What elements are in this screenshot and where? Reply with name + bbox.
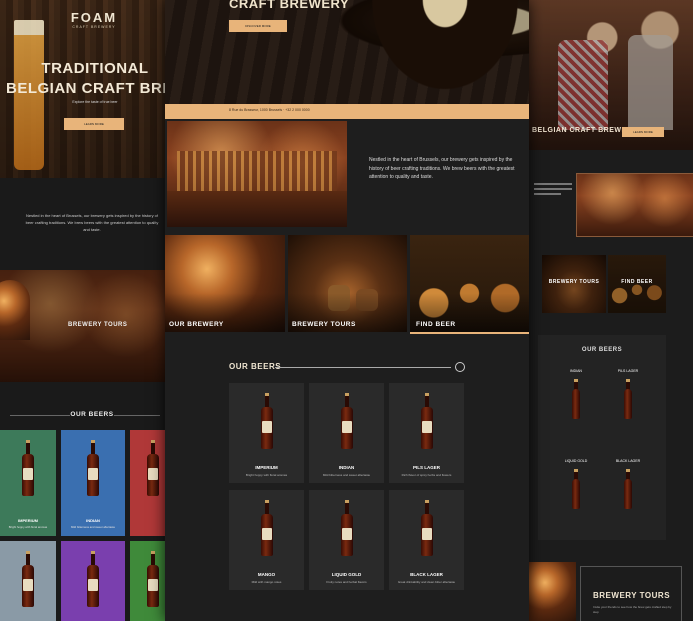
left-beer-tile-3[interactable] [130, 430, 168, 536]
center-beer-desc-3: Rich flavor of spicy herbs and flowers [401, 473, 452, 477]
right-beer-card-2[interactable]: PILS LAGER [610, 365, 646, 443]
center-hero-button[interactable]: DISCOVER MORE [229, 20, 287, 32]
center-info-bar: 8 Rue du Brasseur, 1000 Brussels · +32 2… [165, 104, 529, 119]
right-tours-box: BREWERY TOURS Invite your friends to see… [580, 566, 682, 621]
center-page: CRAFT BREWERY DISCOVER MORE 8 Rue du Bra… [165, 0, 529, 621]
center-beer-desc-1: Bright hoppy with floral aromas [245, 473, 288, 477]
center-beer-desc-5: Fruity notes and herbal flavors [326, 580, 367, 584]
left-hero-line1: TRADITIONAL [41, 60, 149, 77]
right-tile-findbeer[interactable]: FIND BEER [608, 255, 666, 313]
right-tile-tours-label: BREWERY TOURS [548, 279, 600, 285]
right-tours-text: Invite your friends to see how the brew … [593, 605, 672, 614]
center-beer-card-4[interactable]: MANGO Mild with mango notes [229, 490, 304, 590]
left-logo-sub: CRAFT BREWERY [72, 25, 116, 29]
right-beer-card-4[interactable]: BLACK LAGER [610, 455, 646, 533]
right-beer-name-2: PILS LAGER [617, 369, 639, 373]
left-tours-label: BREWERY TOURS [68, 322, 128, 328]
right-tours-heading: BREWERY TOURS [593, 591, 671, 600]
center-beer-name-2: INDIAN [338, 465, 355, 470]
center-info-text: 8 Rue du Brasseur, 1000 Brussels · +32 2… [229, 108, 310, 112]
right-beer-name-4: BLACK LAGER [615, 459, 641, 463]
right-tours-image [528, 562, 576, 621]
right-intro-text [534, 180, 572, 204]
center-tile-brewery-tours-label: BREWERY TOURS [292, 321, 356, 328]
right-beer-card-1[interactable]: INDIAN [558, 365, 594, 443]
center-beer-card-2[interactable]: INDIAN Mild bitterness and sweet afterta… [309, 383, 384, 483]
center-tile-our-brewery-label: OUR BREWERY [169, 321, 224, 328]
right-page: BELGIAN CRAFT BREWERY LEARN MORE BREWERY… [528, 0, 693, 621]
right-beers-heading: OUR BEERS [581, 347, 623, 353]
left-beer-tile-5[interactable] [61, 541, 125, 621]
center-intro-image [167, 121, 347, 227]
center-beer-desc-2: Mild bitterness and sweet aftertaste [322, 473, 371, 477]
right-intro-image [576, 173, 693, 237]
center-hero-title: CRAFT BREWERY [229, 0, 350, 11]
beer-mug-icon [455, 362, 465, 372]
center-beers-heading: OUR BEERS [229, 362, 282, 371]
center-beer-card-1[interactable]: IMPERIUM Bright hoppy with floral aromas [229, 383, 304, 483]
left-hero-sub: Explore the taste of true beer [72, 100, 118, 104]
right-tile-tours[interactable]: BREWERY TOURS [542, 255, 606, 313]
center-beer-name-5: LIQUID GOLD [331, 572, 362, 577]
center-beer-card-3[interactable]: PILS LAGER Rich flavor of spicy herbs an… [389, 383, 464, 483]
center-beer-card-5[interactable]: LIQUID GOLD Fruity notes and herbal flav… [309, 490, 384, 590]
left-intro-text: Nestled in the heart of Brussels, our br… [25, 213, 159, 232]
center-beer-card-6[interactable]: BLACK LAGER Great drinkability and clean… [389, 490, 464, 590]
center-tile-our-brewery[interactable]: OUR BREWERY [165, 235, 285, 332]
center-beer-desc-6: Great drinkability and clean bitter afte… [397, 580, 456, 584]
left-beer-tile-1[interactable]: IMPERIUM Bright hoppy with floral aromas [0, 430, 56, 536]
right-hero-button[interactable]: LEARN MORE [622, 127, 664, 137]
center-tile-find-beer-label: FIND BEER [416, 321, 456, 328]
center-tile-find-beer[interactable]: FIND BEER [410, 235, 529, 334]
center-beers-divider [275, 367, 451, 368]
left-beer-tile-4[interactable] [0, 541, 56, 621]
left-hero-button[interactable]: LEARN MORE [64, 118, 124, 130]
left-beer-name-1: IMPERIUM [18, 518, 38, 523]
left-logo[interactable]: FOAM [64, 10, 124, 25]
left-beer-name-2: INDIAN [86, 518, 100, 523]
right-beers-section: OUR BEERS INDIAN PILS LAGER LIQUID GOLD … [538, 335, 666, 540]
right-beer-card-3[interactable]: LIQUID GOLD [558, 455, 594, 533]
right-tile-findbeer-label: FIND BEER [621, 279, 653, 285]
center-beer-name-4: MANGO [257, 572, 276, 577]
center-beer-desc-4: Mild with mango notes [251, 580, 282, 584]
left-hero-line2: BELGIAN CRAFT BREWERY [6, 80, 168, 97]
center-intro-text: Nestled in the heart of Brussels, our br… [369, 157, 515, 180]
center-tile-brewery-tours[interactable]: BREWERY TOURS [288, 235, 407, 332]
beer-glass-image [360, 0, 529, 104]
center-beer-name-3: PILS LAGER [412, 465, 440, 470]
left-beer-desc-1: Bright hoppy with floral aromas [8, 525, 48, 529]
center-beer-name-6: BLACK LAGER [410, 572, 443, 577]
left-beer-tile-6[interactable] [130, 541, 168, 621]
center-hero-image [165, 0, 529, 104]
right-beer-name-1: INDIAN [570, 369, 582, 373]
left-beers-heading: OUR BEERS [70, 411, 114, 418]
left-beer-desc-2: Mild bitterness and sweet aftertaste [71, 525, 115, 529]
left-beer-tile-2[interactable]: INDIAN Mild bitterness and sweet afterta… [61, 430, 125, 536]
center-beer-name-1: IMPERIUM [255, 465, 278, 470]
right-hero-title: BELGIAN CRAFT BREWERY [532, 127, 638, 134]
right-beer-name-3: LIQUID GOLD [564, 459, 588, 463]
left-page: FOAM CRAFT BREWERY TRADITIONAL BELGIAN C… [0, 0, 168, 621]
